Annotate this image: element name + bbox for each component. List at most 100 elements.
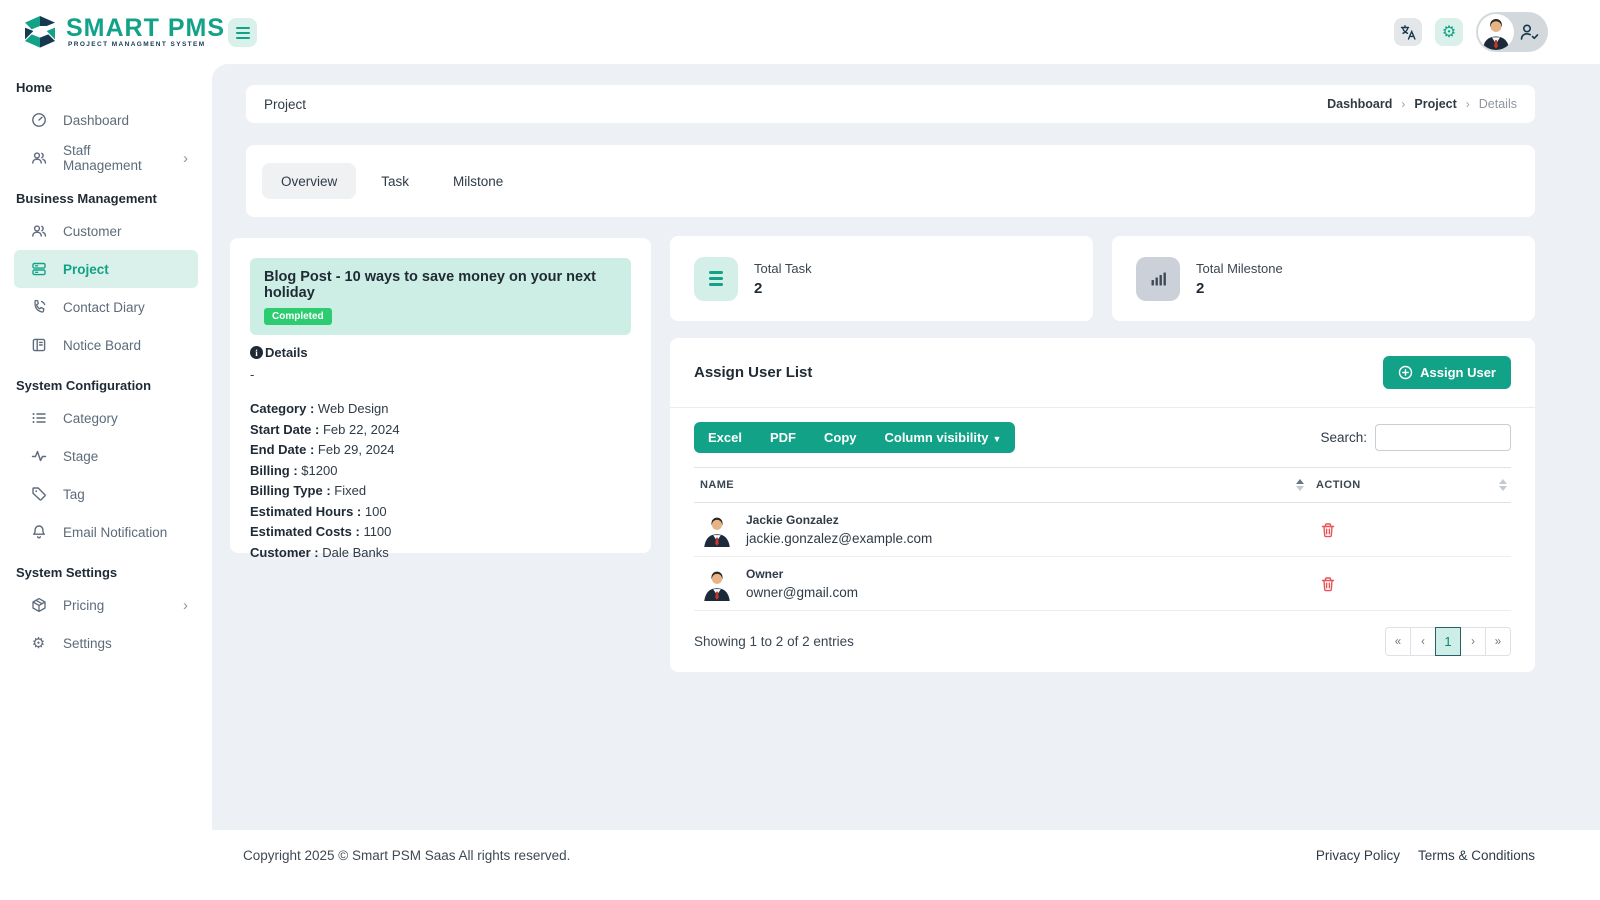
bell-icon [30, 524, 47, 541]
page-footer: Copyright 2025 © Smart PSM Saas All righ… [0, 830, 1600, 900]
sidebar-item-label: Customer [63, 224, 122, 239]
user-email: jackie.gonzalez@example.com [746, 531, 932, 546]
chevron-separator-icon: › [1466, 97, 1470, 111]
sidebar-item-category[interactable]: Category [14, 399, 198, 437]
status-badge: Completed [264, 308, 332, 325]
sidebar-item-customer[interactable]: Customer [14, 212, 198, 250]
copy-button[interactable]: Copy [810, 422, 871, 453]
pdf-button[interactable]: PDF [756, 422, 810, 453]
brand-name: SMART PMS [66, 15, 225, 41]
pagination-last-button[interactable]: » [1485, 627, 1511, 656]
column-header-action[interactable]: ACTION [1308, 479, 1511, 491]
pagination-prev-button[interactable]: ‹ [1410, 627, 1436, 656]
sidebar-item-pricing[interactable]: Pricing › [14, 586, 198, 624]
sidebar-item-label: Staff Management [63, 143, 167, 173]
sidebar-item-label: Category [63, 411, 118, 426]
main-content: Project Dashboard › Project › Details Ov… [212, 64, 1600, 830]
column-visibility-button[interactable]: Column visibility▼ [870, 422, 1015, 453]
sidebar-item-settings[interactable]: ⚙ Settings [14, 624, 198, 662]
sidebar-item-contact-diary[interactable]: Contact Diary [14, 288, 198, 326]
translate-button[interactable] [1394, 18, 1422, 46]
details-label: Details [265, 345, 308, 360]
list-icon [30, 410, 47, 427]
sidebar-item-tag[interactable]: Tag [14, 475, 198, 513]
stat-value: 2 [754, 280, 812, 297]
export-button-group: Excel PDF Copy Column visibility▼ [694, 422, 1015, 453]
field-billing: Billing : $1200 [250, 461, 631, 482]
project-banner: Blog Post - 10 ways to save money on you… [250, 258, 631, 335]
top-bar: SMART PMS PROJECT MANAGMENT SYSTEM ⚙ [0, 0, 1600, 64]
sidebar-item-notice-board[interactable]: Notice Board [14, 326, 198, 364]
privacy-policy-link[interactable]: Privacy Policy [1316, 848, 1400, 863]
users-icon [30, 223, 47, 240]
search-input[interactable] [1375, 424, 1511, 451]
board-icon [30, 337, 47, 354]
sidebar-item-stage[interactable]: Stage [14, 437, 198, 475]
user-menu[interactable] [1476, 12, 1548, 52]
table-row: Jackie Gonzalez jackie.gonzalez@example.… [694, 503, 1511, 557]
sidebar-item-label: Tag [63, 487, 85, 502]
avatar [700, 513, 734, 547]
excel-button[interactable]: Excel [694, 422, 756, 453]
sidebar-item-label: Email Notification [63, 525, 167, 540]
sidebar-item-dashboard[interactable]: Dashboard [14, 101, 198, 139]
sidebar-item-staff-management[interactable]: Staff Management › [14, 139, 198, 177]
tab-milstone[interactable]: Milstone [434, 163, 522, 199]
sidebar-section-configuration: System Configuration [0, 364, 212, 399]
tab-task[interactable]: Task [362, 163, 428, 199]
field-start-date: Start Date : Feb 22, 2024 [250, 420, 631, 441]
tabs-bar: Overview Task Milstone [246, 145, 1535, 217]
breadcrumb-dashboard[interactable]: Dashboard [1327, 97, 1392, 111]
sidebar-item-project[interactable]: Project [14, 250, 198, 288]
page-title: Project [264, 97, 306, 112]
delete-user-button[interactable] [1320, 522, 1336, 538]
sidebar-item-label: Settings [63, 636, 112, 651]
user-name: Jackie Gonzalez [746, 513, 932, 527]
app-logo[interactable]: SMART PMS PROJECT MANAGMENT SYSTEM [20, 11, 225, 51]
pagination-page-1-button[interactable]: 1 [1435, 627, 1461, 656]
sort-icon [1296, 479, 1304, 491]
sidebar-section-home: Home [0, 66, 212, 101]
plus-circle-icon [1398, 365, 1413, 380]
field-customer: Customer : Dale Banks [250, 543, 631, 564]
tab-overview[interactable]: Overview [262, 163, 356, 199]
caret-down-icon: ▼ [993, 434, 1002, 444]
pagination-first-button[interactable]: « [1385, 627, 1411, 656]
sidebar-item-label: Pricing [63, 598, 104, 613]
sidebar-toggle-button[interactable] [228, 18, 257, 47]
assign-user-button[interactable]: Assign User [1383, 356, 1511, 389]
project-description: - [250, 367, 631, 382]
user-check-icon [1518, 21, 1540, 43]
activity-icon [30, 448, 47, 465]
settings-button[interactable]: ⚙ [1435, 18, 1463, 46]
copyright-text: Copyright 2025 © Smart PSM Saas All righ… [243, 848, 570, 863]
project-title: Blog Post - 10 ways to save money on you… [264, 269, 617, 301]
gear-icon: ⚙ [1442, 22, 1456, 42]
sidebar-section-settings: System Settings [0, 551, 212, 586]
column-header-name[interactable]: NAME [694, 479, 1308, 491]
translate-icon [1400, 24, 1417, 41]
details-heading: Details [250, 345, 631, 360]
delete-user-button[interactable] [1320, 576, 1336, 592]
user-name: Owner [746, 567, 858, 581]
sidebar-item-label: Contact Diary [63, 300, 145, 315]
gauge-icon [30, 112, 47, 129]
breadcrumb-project[interactable]: Project [1414, 97, 1456, 111]
chevron-right-icon: › [183, 150, 188, 167]
stat-label: Total Task [754, 261, 812, 276]
sidebar-item-email-notification[interactable]: Email Notification [14, 513, 198, 551]
field-billing-type: Billing Type : Fixed [250, 481, 631, 502]
page-title-card: Project Dashboard › Project › Details [246, 85, 1535, 123]
stat-value: 2 [1196, 280, 1283, 297]
info-icon [250, 346, 263, 359]
total-task-card: Total Task 2 [670, 236, 1093, 321]
task-list-icon [694, 257, 738, 301]
pagination-next-button[interactable]: › [1460, 627, 1486, 656]
package-icon [30, 597, 47, 614]
sidebar-item-label: Project [63, 262, 109, 277]
assign-user-table: NAME ACTION Jackie Gonzalez jackie.gonza… [694, 467, 1511, 611]
terms-conditions-link[interactable]: Terms & Conditions [1418, 848, 1535, 863]
search-label: Search: [1320, 430, 1367, 445]
trash-icon [1320, 522, 1336, 538]
stat-label: Total Milestone [1196, 261, 1283, 276]
